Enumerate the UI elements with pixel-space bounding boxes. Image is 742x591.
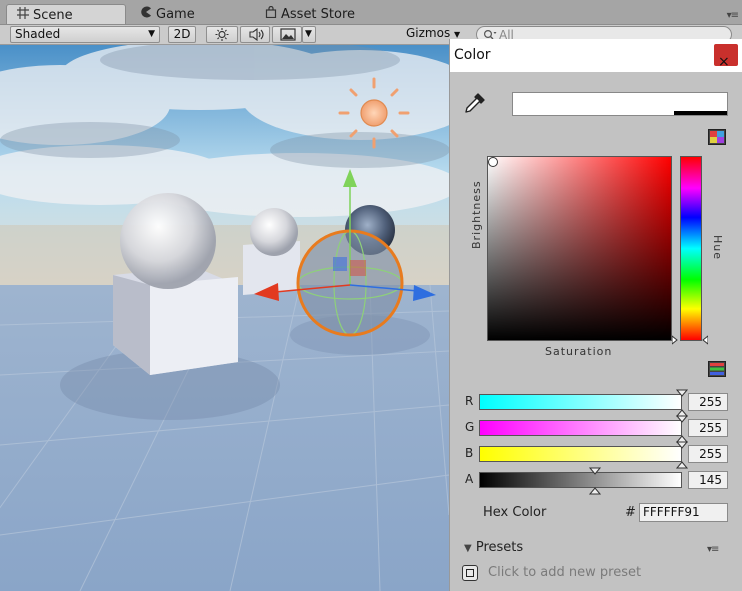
blue-channel-slider[interactable] <box>479 446 682 462</box>
color-picker-title: Color <box>454 47 491 63</box>
hue-slider-handle[interactable] <box>672 335 708 345</box>
blue-channel-label: B <box>465 446 474 460</box>
scene-effects-toggle[interactable] <box>272 26 302 43</box>
2d-toggle-button[interactable]: 2D <box>168 26 196 43</box>
green-slider-handle[interactable] <box>676 415 688 443</box>
sv-picker-handle[interactable] <box>488 157 498 167</box>
alpha-preview-bar <box>674 111 727 115</box>
close-icon: × <box>718 54 730 70</box>
tab-menu-icon[interactable]: ▾≡ <box>727 10 739 21</box>
green-channel-label: G <box>465 420 475 434</box>
add-preset-button[interactable] <box>462 565 478 581</box>
game-pacman-icon <box>140 6 154 21</box>
scene-grid-icon <box>17 7 31 22</box>
tab-scene-label: Scene <box>33 8 73 23</box>
window-tab-bar: Scene Game Asset Store ▾≡ <box>0 0 742 25</box>
green-channel-slider[interactable] <box>479 420 682 436</box>
scene-effects-dropdown[interactable]: ▼ <box>302 26 316 43</box>
presets-foldout[interactable]: ▼ Presets <box>464 540 523 555</box>
shading-mode-dropdown[interactable]: Shaded ▼ <box>10 26 160 43</box>
tab-scene[interactable]: Scene <box>6 4 126 24</box>
scene-viewport[interactable] <box>0 45 449 591</box>
brightness-label: Brightness <box>470 180 483 249</box>
dropdown-arrow-icon: ▼ <box>148 29 155 39</box>
add-preset-hint[interactable]: Click to add new preset <box>488 565 641 580</box>
gizmos-label: Gizmos <box>406 26 451 40</box>
blue-slider-handle[interactable] <box>676 441 688 469</box>
image-effects-icon <box>280 28 296 41</box>
preset-swatch-icon <box>466 569 474 577</box>
close-button[interactable]: × <box>714 44 738 70</box>
tab-game[interactable]: Game <box>130 4 250 24</box>
hex-prefix: # <box>625 505 636 520</box>
hex-color-label: Hex Color <box>483 505 547 520</box>
dropdown-arrow-icon: ▼ <box>454 30 461 39</box>
presets-label: Presets <box>475 540 524 555</box>
shopping-bag-icon <box>265 5 279 21</box>
sun-icon <box>215 28 229 41</box>
speaker-icon <box>249 27 264 42</box>
slider-mode-toggle[interactable] <box>708 361 726 377</box>
alpha-channel-label: A <box>465 472 474 486</box>
color-palette-icon <box>708 129 726 145</box>
hue-slider[interactable] <box>680 156 702 341</box>
presets-menu-icon[interactable]: ▾≡ <box>707 544 719 555</box>
2d-toggle-label: 2D <box>173 27 191 41</box>
red-channel-label: R <box>465 394 474 408</box>
hex-color-field[interactable]: FFFFFF91 <box>639 503 728 522</box>
blue-value-field[interactable]: 255 <box>688 445 728 463</box>
alpha-channel-slider[interactable] <box>479 472 682 488</box>
scene-lighting-toggle[interactable] <box>206 26 238 43</box>
slider-palette-icon <box>708 361 726 377</box>
hue-label: Hue <box>711 235 724 261</box>
tab-asset-store-label: Asset Store <box>281 7 356 22</box>
alpha-slider-handle[interactable] <box>589 467 601 495</box>
saturation-brightness-square[interactable] <box>487 156 672 341</box>
red-slider-handle[interactable] <box>676 389 688 417</box>
color-mode-toggle[interactable] <box>708 129 726 145</box>
tab-asset-store[interactable]: Asset Store <box>255 4 395 24</box>
scene-render <box>0 45 449 591</box>
green-value-field[interactable]: 255 <box>688 419 728 437</box>
red-value-field[interactable]: 255 <box>688 393 728 411</box>
current-color-swatch <box>512 92 728 116</box>
scene-audio-toggle[interactable] <box>240 26 270 43</box>
color-picker-titlebar: Color × <box>450 39 742 72</box>
red-channel-slider[interactable] <box>479 394 682 410</box>
eyedropper-icon[interactable] <box>462 92 486 116</box>
shading-mode-value: Shaded <box>15 27 61 41</box>
foldout-arrow-icon: ▼ <box>464 543 472 554</box>
dropdown-arrow-icon: ▼ <box>305 29 312 39</box>
alpha-value-field[interactable]: 145 <box>688 471 728 489</box>
tab-game-label: Game <box>156 7 195 22</box>
saturation-label: Saturation <box>545 345 613 358</box>
color-picker-window: Color × Brightness Saturation Hue R 255 … <box>449 39 742 591</box>
